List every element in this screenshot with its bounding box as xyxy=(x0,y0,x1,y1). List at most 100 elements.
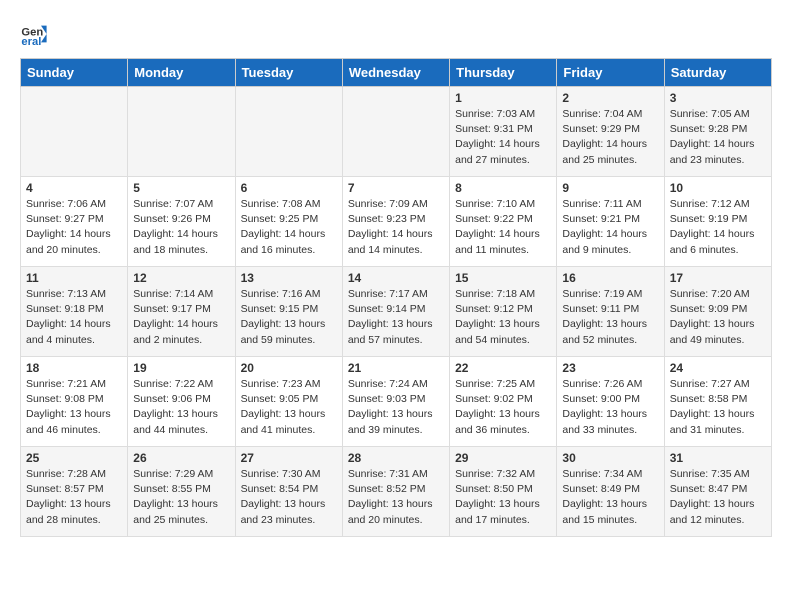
calendar-table: SundayMondayTuesdayWednesdayThursdayFrid… xyxy=(20,58,772,537)
day-info: Sunrise: 7:24 AM Sunset: 9:03 PM Dayligh… xyxy=(348,377,444,438)
calendar-day-12: 12 Sunrise: 7:14 AM Sunset: 9:17 PM Dayli… xyxy=(128,267,235,357)
day-info: Sunrise: 7:32 AM Sunset: 8:50 PM Dayligh… xyxy=(455,467,551,528)
calendar-day-13: 13Sunrise: 7:16 AM Sunset: 9:15 PM Dayli… xyxy=(235,267,342,357)
day-info: Sunrise: 7:18 AM Sunset: 9:12 PM Dayligh… xyxy=(455,287,551,348)
calendar-day-2: 2 Sunrise: 7:04 AM Sunset: 9:29 PM Daylig… xyxy=(557,87,664,177)
calendar-day-27: 27 Sunrise: 7:30 AM Sunset: 8:54 PM Dayli… xyxy=(235,447,342,537)
day-info: Sunrise: 7:16 AM Sunset: 9:15 PM Dayligh… xyxy=(241,287,337,348)
calendar-day-31: 31 Sunrise: 7:35 AM Sunset: 8:47 PM Dayli… xyxy=(664,447,771,537)
calendar-week-row: 25 Sunrise: 7:28 AM Sunset: 8:57 PM Dayli… xyxy=(21,447,772,537)
day-info: Sunrise: 7:13 AM Sunset: 9:18 PM Dayligh… xyxy=(26,287,122,348)
day-info: Sunrise: 7:17 AM Sunset: 9:14 PM Dayligh… xyxy=(348,287,444,348)
calendar-day-17: 17 Sunrise: 7:20 AM Sunset: 9:09 PM Dayli… xyxy=(664,267,771,357)
day-number: 29 xyxy=(455,451,551,465)
day-info: Sunrise: 7:23 AM Sunset: 9:05 PM Dayligh… xyxy=(241,377,337,438)
day-number: 3 xyxy=(670,91,766,105)
calendar-empty-cell xyxy=(128,87,235,177)
day-number: 22 xyxy=(455,361,551,375)
calendar-day-7: 7Sunrise: 7:09 AM Sunset: 9:23 PM Daylig… xyxy=(342,177,449,267)
day-number: 25 xyxy=(26,451,122,465)
calendar-empty-cell xyxy=(235,87,342,177)
day-number: 21 xyxy=(348,361,444,375)
calendar-day-29: 29 Sunrise: 7:32 AM Sunset: 8:50 PM Dayli… xyxy=(450,447,557,537)
day-info: Sunrise: 7:05 AM Sunset: 9:28 PM Dayligh… xyxy=(670,107,766,168)
column-header-tuesday: Tuesday xyxy=(235,59,342,87)
column-header-sunday: Sunday xyxy=(21,59,128,87)
logo: Gen eral xyxy=(20,20,52,48)
day-number: 7 xyxy=(348,181,444,195)
calendar-week-row: 11 Sunrise: 7:13 AM Sunset: 9:18 PM Dayli… xyxy=(21,267,772,357)
day-number: 9 xyxy=(562,181,658,195)
day-info: Sunrise: 7:26 AM Sunset: 9:00 PM Dayligh… xyxy=(562,377,658,438)
calendar-day-6: 6 Sunrise: 7:08 AM Sunset: 9:25 PM Daylig… xyxy=(235,177,342,267)
column-header-thursday: Thursday xyxy=(450,59,557,87)
day-info: Sunrise: 7:07 AM Sunset: 9:26 PM Dayligh… xyxy=(133,197,229,258)
calendar-week-row: 4 Sunrise: 7:06 AM Sunset: 9:27 PM Daylig… xyxy=(21,177,772,267)
day-info: Sunrise: 7:21 AM Sunset: 9:08 PM Dayligh… xyxy=(26,377,122,438)
day-number: 6 xyxy=(241,181,337,195)
day-number: 26 xyxy=(133,451,229,465)
calendar-day-10: 10 Sunrise: 7:12 AM Sunset: 9:19 PM Dayli… xyxy=(664,177,771,267)
day-number: 17 xyxy=(670,271,766,285)
column-header-friday: Friday xyxy=(557,59,664,87)
day-number: 2 xyxy=(562,91,658,105)
day-number: 1 xyxy=(455,91,551,105)
calendar-day-11: 11 Sunrise: 7:13 AM Sunset: 9:18 PM Dayli… xyxy=(21,267,128,357)
day-info: Sunrise: 7:28 AM Sunset: 8:57 PM Dayligh… xyxy=(26,467,122,528)
calendar-day-23: 23 Sunrise: 7:26 AM Sunset: 9:00 PM Dayli… xyxy=(557,357,664,447)
day-info: Sunrise: 7:03 AM Sunset: 9:31 PM Dayligh… xyxy=(455,107,551,168)
day-number: 8 xyxy=(455,181,551,195)
day-info: Sunrise: 7:06 AM Sunset: 9:27 PM Dayligh… xyxy=(26,197,122,258)
day-info: Sunrise: 7:20 AM Sunset: 9:09 PM Dayligh… xyxy=(670,287,766,348)
day-number: 12 xyxy=(133,271,229,285)
calendar-day-4: 4 Sunrise: 7:06 AM Sunset: 9:27 PM Daylig… xyxy=(21,177,128,267)
day-info: Sunrise: 7:10 AM Sunset: 9:22 PM Dayligh… xyxy=(455,197,551,258)
calendar-day-21: 21 Sunrise: 7:24 AM Sunset: 9:03 PM Dayli… xyxy=(342,357,449,447)
day-number: 31 xyxy=(670,451,766,465)
day-info: Sunrise: 7:14 AM Sunset: 9:17 PM Dayligh… xyxy=(133,287,229,348)
logo-icon: Gen eral xyxy=(20,20,48,48)
day-number: 11 xyxy=(26,271,122,285)
day-number: 27 xyxy=(241,451,337,465)
svg-text:eral: eral xyxy=(21,36,41,48)
calendar-day-26: 26 Sunrise: 7:29 AM Sunset: 8:55 PM Dayli… xyxy=(128,447,235,537)
day-number: 5 xyxy=(133,181,229,195)
day-number: 23 xyxy=(562,361,658,375)
day-number: 18 xyxy=(26,361,122,375)
day-number: 14 xyxy=(348,271,444,285)
day-info: Sunrise: 7:27 AM Sunset: 8:58 PM Dayligh… xyxy=(670,377,766,438)
calendar-empty-cell xyxy=(21,87,128,177)
page-header: Gen eral xyxy=(20,20,772,48)
column-header-monday: Monday xyxy=(128,59,235,87)
calendar-day-8: 8 Sunrise: 7:10 AM Sunset: 9:22 PM Daylig… xyxy=(450,177,557,267)
day-info: Sunrise: 7:22 AM Sunset: 9:06 PM Dayligh… xyxy=(133,377,229,438)
day-number: 4 xyxy=(26,181,122,195)
calendar-day-9: 9 Sunrise: 7:11 AM Sunset: 9:21 PM Daylig… xyxy=(557,177,664,267)
day-info: Sunrise: 7:25 AM Sunset: 9:02 PM Dayligh… xyxy=(455,377,551,438)
calendar-day-24: 24 Sunrise: 7:27 AM Sunset: 8:58 PM Dayli… xyxy=(664,357,771,447)
calendar-day-14: 14 Sunrise: 7:17 AM Sunset: 9:14 PM Dayli… xyxy=(342,267,449,357)
calendar-day-3: 3 Sunrise: 7:05 AM Sunset: 9:28 PM Daylig… xyxy=(664,87,771,177)
day-number: 19 xyxy=(133,361,229,375)
calendar-day-22: 22 Sunrise: 7:25 AM Sunset: 9:02 PM Dayli… xyxy=(450,357,557,447)
calendar-day-19: 19 Sunrise: 7:22 AM Sunset: 9:06 PM Dayli… xyxy=(128,357,235,447)
day-info: Sunrise: 7:19 AM Sunset: 9:11 PM Dayligh… xyxy=(562,287,658,348)
day-info: Sunrise: 7:30 AM Sunset: 8:54 PM Dayligh… xyxy=(241,467,337,528)
day-number: 16 xyxy=(562,271,658,285)
calendar-week-row: 1 Sunrise: 7:03 AM Sunset: 9:31 PM Daylig… xyxy=(21,87,772,177)
day-info: Sunrise: 7:29 AM Sunset: 8:55 PM Dayligh… xyxy=(133,467,229,528)
day-info: Sunrise: 7:34 AM Sunset: 8:49 PM Dayligh… xyxy=(562,467,658,528)
calendar-week-row: 18 Sunrise: 7:21 AM Sunset: 9:08 PM Dayli… xyxy=(21,357,772,447)
day-info: Sunrise: 7:11 AM Sunset: 9:21 PM Dayligh… xyxy=(562,197,658,258)
day-info: Sunrise: 7:35 AM Sunset: 8:47 PM Dayligh… xyxy=(670,467,766,528)
day-info: Sunrise: 7:04 AM Sunset: 9:29 PM Dayligh… xyxy=(562,107,658,168)
day-number: 24 xyxy=(670,361,766,375)
day-info: Sunrise: 7:12 AM Sunset: 9:19 PM Dayligh… xyxy=(670,197,766,258)
column-header-wednesday: Wednesday xyxy=(342,59,449,87)
calendar-empty-cell xyxy=(342,87,449,177)
day-info: Sunrise: 7:08 AM Sunset: 9:25 PM Dayligh… xyxy=(241,197,337,258)
calendar-day-28: 28Sunrise: 7:31 AM Sunset: 8:52 PM Dayli… xyxy=(342,447,449,537)
calendar-day-1: 1 Sunrise: 7:03 AM Sunset: 9:31 PM Daylig… xyxy=(450,87,557,177)
day-number: 10 xyxy=(670,181,766,195)
column-header-saturday: Saturday xyxy=(664,59,771,87)
